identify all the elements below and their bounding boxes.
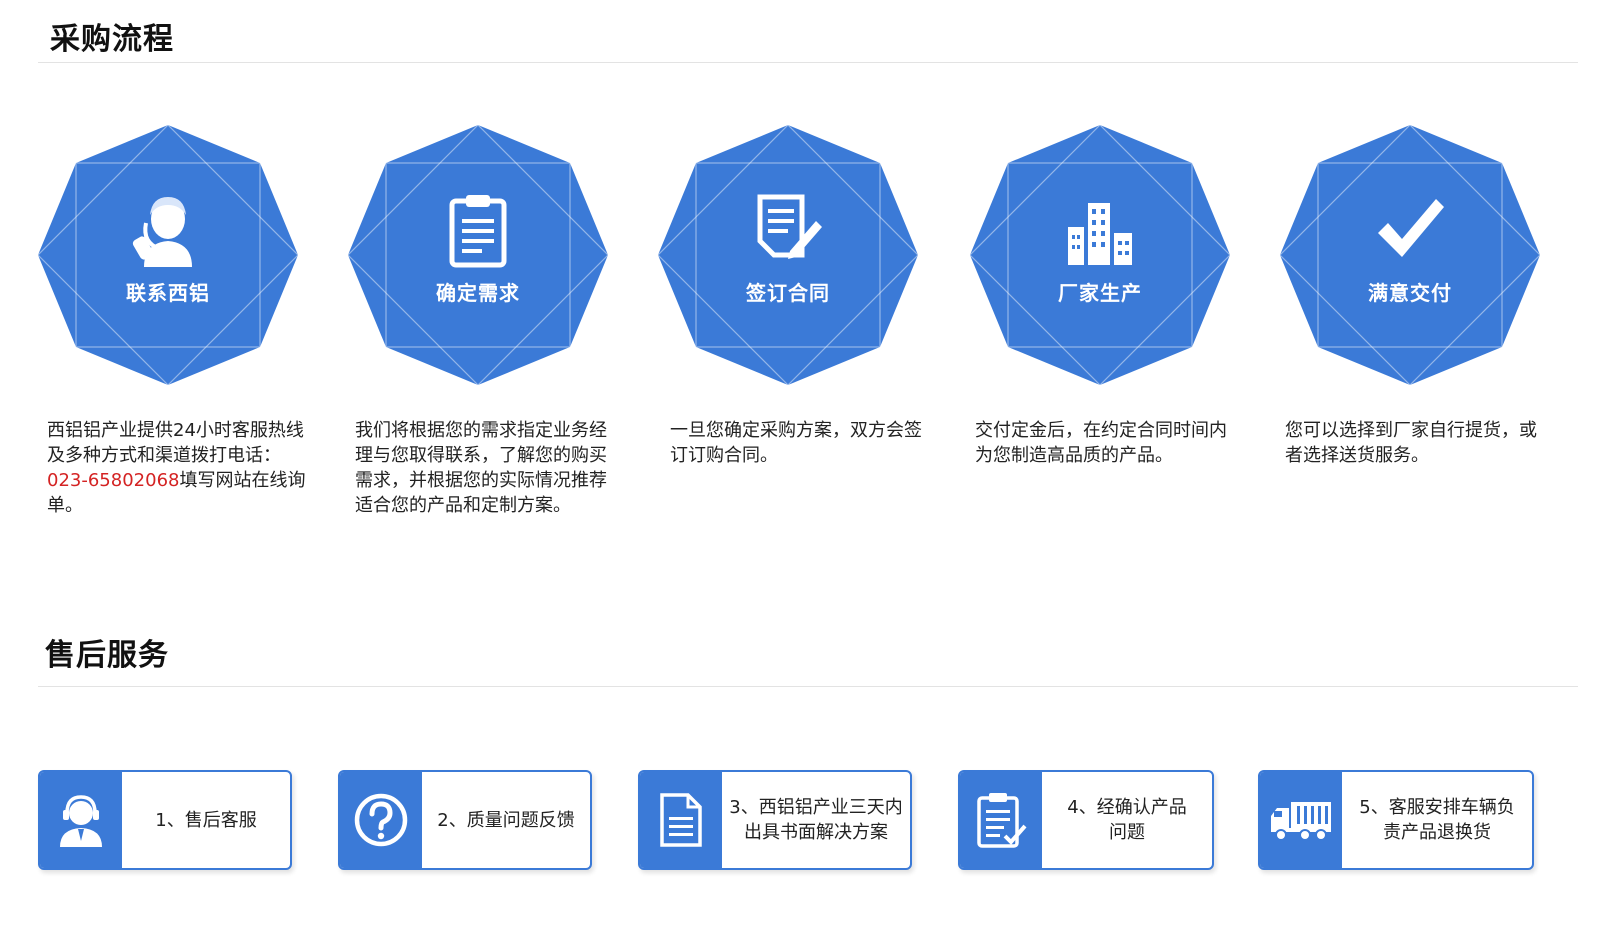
after-sales-card-written-solution[interactable]: 3、西铝铝产业三天内 出具书面解决方案 [638, 770, 912, 870]
question-icon [354, 793, 408, 847]
card-text: 5、客服安排车辆负 责产品退换货 [1359, 797, 1515, 843]
step-label: 满意交付 [1368, 281, 1452, 305]
octagon-badge: 满意交付 [1280, 125, 1540, 385]
customer-service-icon [132, 197, 192, 267]
checklist-icon [977, 793, 1027, 848]
factory-building-icon [1068, 203, 1132, 265]
purchase-divider [38, 62, 1578, 63]
purchase-step-requirements: 确定需求 [348, 125, 608, 385]
purchase-section-title: 采购流程 [50, 22, 174, 57]
octagon-badge: 签订合同 [658, 125, 918, 385]
contract-sign-icon [757, 194, 822, 259]
card-icon-box [40, 772, 122, 868]
card-text: 3、西铝铝产业三天内 出具书面解决方案 [729, 797, 903, 843]
after-sales-card-customer-service[interactable]: 1、售后客服 [38, 770, 292, 870]
purchase-step-delivery: 满意交付 [1280, 125, 1540, 385]
card-icon-box [1260, 772, 1342, 868]
after-sales-card-vehicle-return[interactable]: 5、客服安排车辆负 责产品退换货 [1258, 770, 1534, 870]
octagon-badge: 确定需求 [348, 125, 608, 385]
after-sales-card-confirm-issue[interactable]: 4、经确认产品 问题 [958, 770, 1214, 870]
purchase-step-production: 厂家生产 [970, 125, 1230, 385]
step-description-delivery: 您可以选择到厂家自行提货，或者选择送货服务。 [1285, 420, 1537, 466]
step-description-requirements: 我们将根据您的需求指定业务经理与您取得联系，了解您的购买需求，并根据您的实际情况… [355, 420, 607, 516]
card-text: 1、售后客服 [155, 809, 257, 831]
after-sales-divider [38, 686, 1578, 687]
step-label: 厂家生产 [1058, 281, 1142, 305]
phone-number[interactable]: 023-65802068 [47, 470, 179, 491]
step-label: 确定需求 [436, 281, 520, 305]
checkmark-icon [1378, 199, 1444, 257]
after-sales-section-title: 售后服务 [45, 638, 169, 673]
purchase-step-contact: 联系西铝 [38, 125, 298, 385]
step-description-contract: 一旦您确定采购方案，双方会签订订购合同。 [670, 420, 922, 466]
card-icon-box [960, 772, 1042, 868]
card-text: 4、经确认产品 问题 [1067, 797, 1187, 843]
octagon-badge: 联系西铝 [38, 125, 298, 385]
step-label: 联系西铝 [126, 281, 210, 305]
step-label: 签订合同 [746, 281, 830, 305]
card-text: 2、质量问题反馈 [437, 809, 575, 831]
purchase-step-contract: 签订合同 [658, 125, 918, 385]
card-icon-box [340, 772, 422, 868]
step-description-contact: 西铝铝产业提供24小时客服热线及多种方式和渠道拨打电话：023-65802068… [47, 420, 306, 516]
clipboard-icon [449, 195, 507, 268]
step-description-production: 交付定金后，在约定合同时间内为您制造高品质的产品。 [975, 420, 1227, 466]
support-agent-icon [60, 795, 102, 847]
octagon-badge: 厂家生产 [970, 125, 1230, 385]
after-sales-card-quality-feedback[interactable]: 2、质量问题反馈 [338, 770, 592, 870]
card-icon-box [640, 772, 722, 868]
document-icon [660, 793, 702, 847]
truck-icon [1271, 802, 1331, 841]
